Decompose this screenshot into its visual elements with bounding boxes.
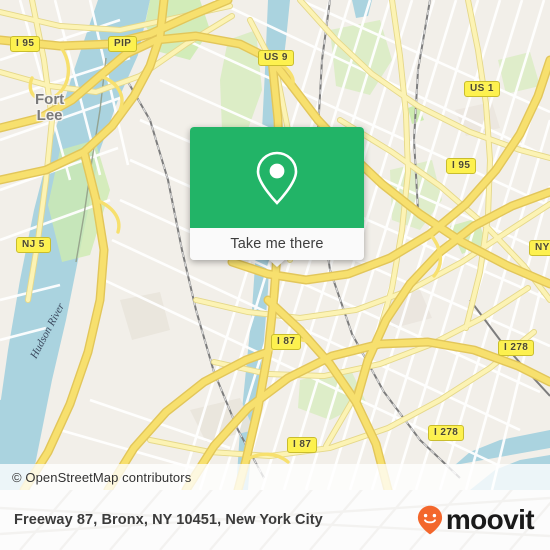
map-pin-icon [256, 151, 298, 205]
osm-attribution-bar[interactable]: © OpenStreetMap contributors [0, 464, 550, 490]
moovit-smiley-pin-icon [417, 505, 442, 535]
moovit-logo[interactable]: moovit [417, 504, 535, 535]
popup-pin-area [190, 127, 364, 228]
osm-attribution-text: © OpenStreetMap contributors [12, 469, 192, 485]
moovit-wordmark: moovit [445, 504, 535, 535]
take-me-there-label: Take me there [230, 236, 324, 252]
footer-bar: Freeway 87, Bronx, NY 10451, New York Ci… [0, 490, 550, 550]
address-text: Freeway 87, Bronx, NY 10451, New York Ci… [14, 512, 323, 528]
screenshot-root: I 95 PIP US 9 US 1I 95 NJ 5 NY I 87 I 278 I 278 I… [0, 0, 550, 550]
take-me-there-button[interactable]: Take me there [190, 228, 364, 260]
place-label-fort-lee: Fort Lee [35, 91, 65, 124]
location-popup-card[interactable]: Take me there [190, 127, 364, 260]
water-label-hudson-river: Hudson River [28, 301, 68, 361]
